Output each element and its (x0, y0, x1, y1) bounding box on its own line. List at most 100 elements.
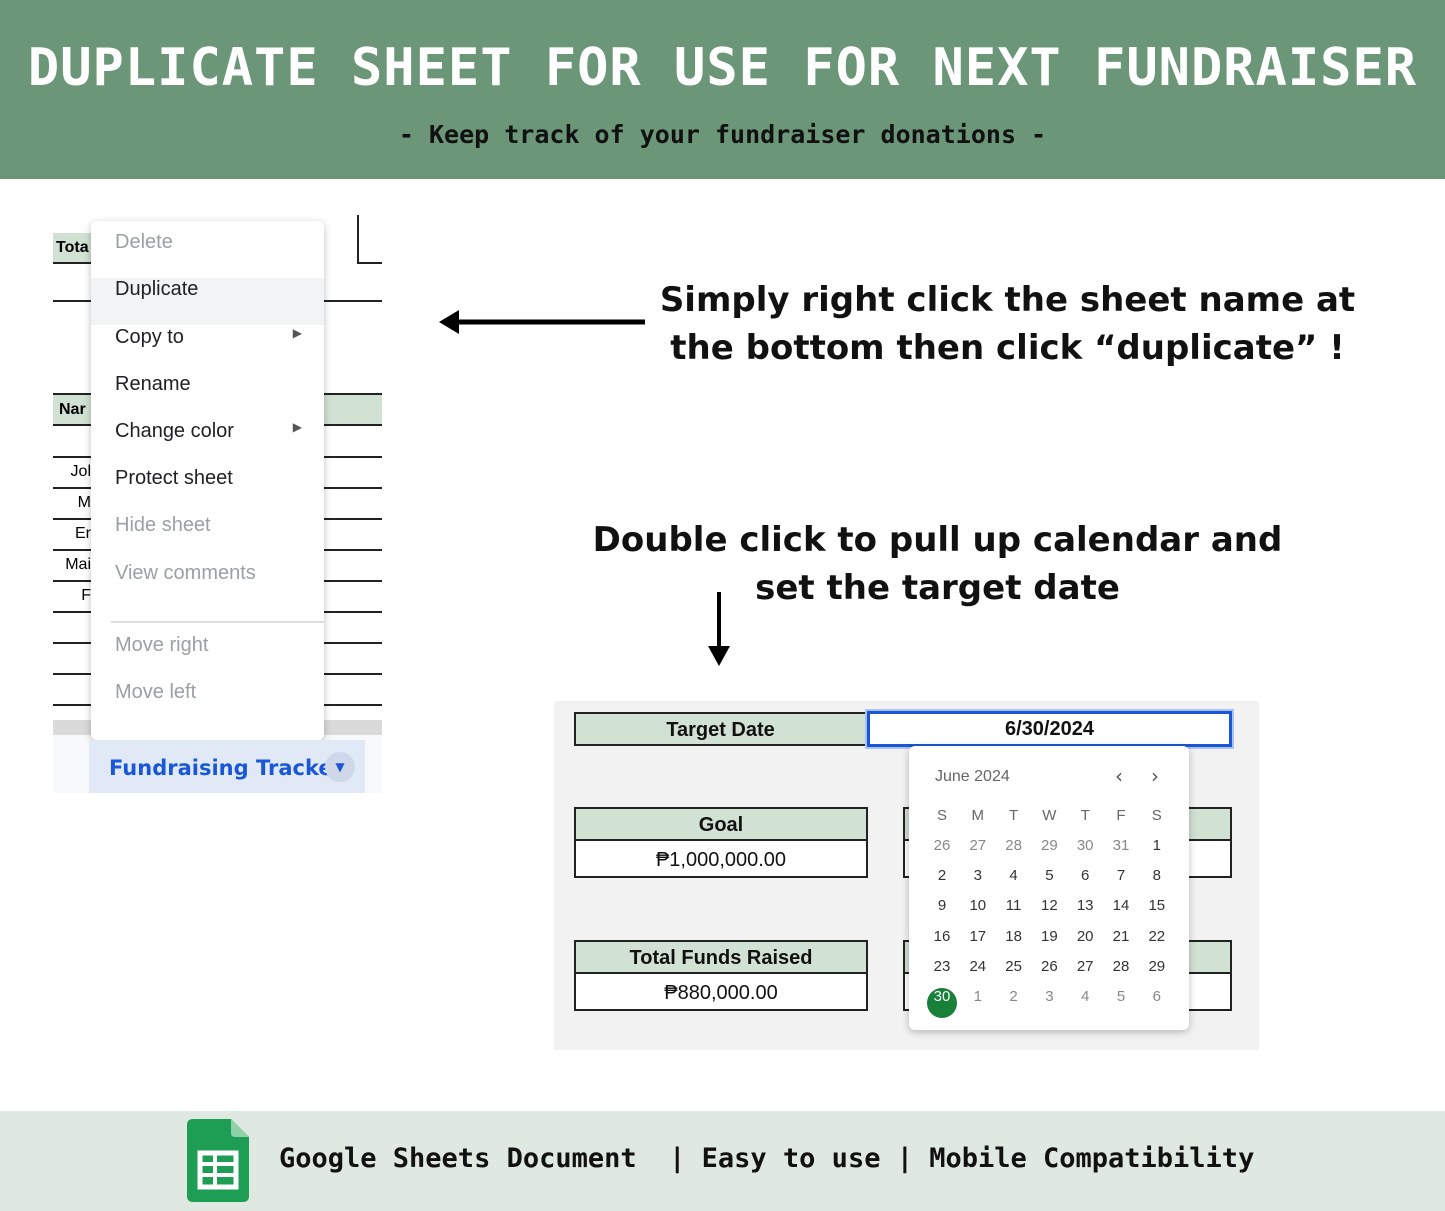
calendar-day[interactable]: 22 (1140, 928, 1174, 958)
calendar-day[interactable]: 29 (1032, 837, 1066, 867)
calendar-day[interactable]: 12 (1032, 897, 1066, 927)
calendar-day[interactable]: 6 (1068, 867, 1102, 897)
calendar-day[interactable]: 26 (1032, 958, 1066, 988)
calendar-day[interactable]: 31 (1104, 837, 1138, 867)
menu-item-move-right[interactable]: Move right (91, 634, 324, 681)
calendar-day[interactable]: 4 (997, 867, 1031, 897)
goal-label: Goal (574, 807, 868, 841)
weekday-header: F (1116, 807, 1126, 824)
calendar-day[interactable]: 29 (1140, 958, 1174, 988)
calendar-day[interactable]: 16 (925, 928, 959, 958)
calendar-day[interactable]: 11 (997, 897, 1031, 927)
menu-item-rename[interactable]: Rename (91, 373, 324, 420)
calendar-day[interactable]: 20 (1068, 928, 1102, 958)
calendar-day[interactable]: 27 (961, 837, 995, 867)
total-raised-value[interactable]: ₱880,000.00 (574, 972, 868, 1011)
page-title: DUPLICATE SHEET FOR USE FOR NEXT FUNDRAI… (27, 38, 1418, 98)
goal-value[interactable]: ₱1,000,000.00 (574, 839, 868, 878)
calendar-day[interactable]: 3 (961, 867, 995, 897)
menu-item-protect-sheet[interactable]: Protect sheet (91, 467, 324, 514)
calendar-month: June 2024 (935, 768, 1010, 785)
menu-item-label: Delete (115, 231, 173, 253)
calendar-day[interactable]: 24 (961, 958, 995, 988)
next-month-icon[interactable]: › (1151, 764, 1159, 788)
calendar-day[interactable]: 28 (997, 837, 1031, 867)
menu-item-change-color[interactable]: Change color ▶ (91, 420, 324, 467)
header-banner: DUPLICATE SHEET FOR USE FOR NEXT FUNDRAI… (0, 0, 1445, 179)
calendar-day[interactable]: 18 (997, 928, 1031, 958)
calendar-day[interactable]: 1 (961, 988, 995, 1018)
calendar-day[interactable]: 5 (1104, 988, 1138, 1018)
calendar-day[interactable]: 14 (1104, 897, 1138, 927)
cell-fragment: F (81, 587, 91, 604)
cell-fragment: M (77, 494, 91, 511)
calendar-day[interactable]: 30 (1068, 837, 1102, 867)
prev-month-icon[interactable]: ‹ (1115, 764, 1123, 788)
calendar-day[interactable]: 7 (1104, 867, 1138, 897)
calendar-day[interactable]: 17 (961, 928, 995, 958)
menu-item-label: Hide sheet (115, 514, 211, 536)
menu-item-label: View comments (115, 562, 256, 584)
menu-item-label: Copy to (115, 326, 184, 348)
calendar-day[interactable]: 25 (997, 958, 1031, 988)
target-date-label: Target Date (574, 712, 867, 746)
weekday-header: T (1080, 807, 1090, 824)
google-sheets-icon (187, 1119, 249, 1202)
weekday-header: S (936, 807, 947, 824)
calendar-day[interactable]: 1 (1140, 837, 1174, 867)
cell-fragment: Jol (70, 463, 91, 480)
cell-fragment: Mai (65, 556, 91, 573)
calendar-day[interactable]: 28 (1104, 958, 1138, 988)
caret-down-icon[interactable]: ▼ (325, 752, 355, 782)
menu-item-view-comments[interactable]: View comments (91, 562, 324, 609)
submenu-arrow-icon: ▶ (292, 420, 302, 434)
calendar-day[interactable]: 3 (1032, 988, 1066, 1018)
calendar-day-selected[interactable]: 30 (927, 988, 957, 1018)
sheet-tab-fundraising-tracker[interactable]: Fundraising Tracker ▼ (89, 740, 365, 793)
weekday-header: S (1151, 807, 1162, 824)
menu-item-label: Change color (115, 420, 234, 442)
submenu-arrow-icon: ▶ (292, 326, 302, 340)
calendar-day[interactable]: 9 (925, 897, 959, 927)
calendar-day[interactable]: 27 (1068, 958, 1102, 988)
menu-item-label: Move right (115, 634, 209, 656)
menu-item-hide-sheet[interactable]: Hide sheet (91, 514, 324, 561)
target-date-field[interactable]: 6/30/2024 (867, 711, 1232, 747)
cell-fragment: Er (75, 525, 91, 542)
calendar-day[interactable]: 8 (1140, 867, 1174, 897)
calendar-day[interactable]: 19 (1032, 928, 1066, 958)
menu-item-label: Move left (115, 681, 197, 703)
menu-divider (111, 621, 324, 623)
calendar-day[interactable]: 2 (925, 867, 959, 897)
weekday-header: M (971, 807, 985, 824)
menu-item-move-left[interactable]: Move left (91, 681, 324, 728)
menu-item-label: Protect sheet (115, 467, 233, 489)
calendar-day[interactable]: 13 (1068, 897, 1102, 927)
calendar-day[interactable]: 4 (1068, 988, 1102, 1018)
weekday-header: T (1009, 807, 1019, 824)
calendar-day[interactable]: 10 (961, 897, 995, 927)
menu-item-duplicate[interactable]: Duplicate (91, 278, 324, 325)
sheet-context-menu: Delete Duplicate Copy to ▶ Rename Change colo… (91, 221, 324, 740)
sheet-tab-label: Fundraising Tracker (109, 756, 343, 780)
total-raised-label: Total Funds Raised (574, 940, 868, 974)
menu-item-copy-to[interactable]: Copy to ▶ (91, 326, 324, 373)
calendar-day[interactable]: 21 (1104, 928, 1138, 958)
calendar-day[interactable]: 6 (1140, 988, 1174, 1018)
page-subtitle: - Keep track of your fundraiser donation… (398, 120, 1047, 149)
arrow-down-icon (708, 592, 730, 666)
instruction-calendar: Double click to pull up calendar and set… (592, 520, 1283, 608)
date-picker: June 2024 ‹ › S M T W T F S 26 27 28 29 30 31 1 2 3 4 5 6 7… (909, 746, 1189, 1030)
calendar-day[interactable]: 15 (1140, 897, 1174, 927)
menu-item-label: Duplicate (115, 278, 199, 300)
calendar-day[interactable]: 5 (1032, 867, 1066, 897)
arrow-left-icon (439, 310, 645, 334)
menu-item-label: Rename (115, 373, 191, 395)
instruction-duplicate: Simply right click the sheet name at the… (659, 280, 1356, 368)
calendar-day[interactable]: 23 (925, 958, 959, 988)
cell-fragment: Nar (59, 401, 86, 418)
footer-text: Google Sheets Document | Easy to use | M… (279, 1143, 1255, 1174)
menu-item-delete[interactable]: Delete (91, 231, 324, 278)
calendar-day[interactable]: 26 (925, 837, 959, 867)
calendar-day[interactable]: 2 (997, 988, 1031, 1018)
